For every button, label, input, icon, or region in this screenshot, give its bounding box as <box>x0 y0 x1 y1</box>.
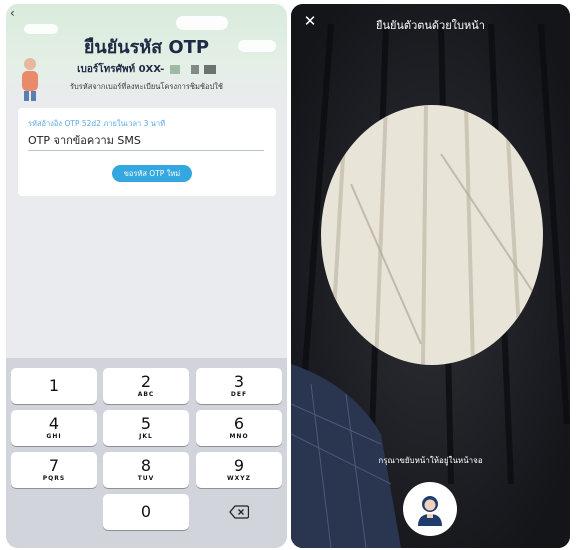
key-2[interactable]: 2 ABC <box>103 368 189 404</box>
key-digit: 2 <box>140 372 152 391</box>
key-letters: PQRS <box>42 475 66 482</box>
key-digit: 9 <box>233 456 245 475</box>
resend-otp-button[interactable]: ขอรหัส OTP ใหม่ <box>112 165 192 182</box>
key-digit: 3 <box>233 372 245 391</box>
key-3[interactable]: 3 DEF <box>196 368 282 404</box>
chevron-left-icon[interactable]: ‹ <box>10 6 15 20</box>
cloud-decoration <box>176 16 228 30</box>
key-7[interactable]: 7 PQRS <box>11 452 97 488</box>
face-verification-screen: ✕ ยืนยันตัวตนด้วยใบหน้า กรุณาขยับหน้าให้… <box>291 4 570 548</box>
instruction-text: กรุณาขยับหน้าให้อยู่ในหน้าจอ <box>378 456 483 465</box>
otp-card: รหัสอ้างอิง OTP 52d2 ภายในเวลา 3 นาที ขอ… <box>18 108 276 196</box>
key-6[interactable]: 6 MNO <box>196 410 282 446</box>
key-letters: WXYZ <box>227 475 251 482</box>
key-digit: 8 <box>140 456 152 475</box>
key-0[interactable]: 0 <box>103 494 189 530</box>
key-8[interactable]: 8 TUV <box>103 452 189 488</box>
backspace-icon[interactable] <box>229 505 250 519</box>
key-9[interactable]: 9 WXYZ <box>196 452 282 488</box>
otp-input[interactable] <box>28 130 264 151</box>
phone-number-row: เบอร์โทรศัพท์ 0XX- <box>6 62 287 77</box>
delete-key[interactable] <box>196 494 282 530</box>
otp-reference-text: รหัสอ้างอิง OTP 52d2 ภายในเวลา 3 นาที <box>28 119 166 128</box>
key-digit: 4 <box>48 414 60 433</box>
masked-digits <box>169 64 180 74</box>
otp-screen: ‹ ยืนยันรหัส OTP เบอร์โทรศัพท์ 0XX- รับร… <box>6 4 287 548</box>
key-letters: ABC <box>137 391 155 398</box>
key-letters: DEF <box>230 391 248 398</box>
key-digit: 6 <box>233 414 245 433</box>
phone-label: เบอร์โทรศัพท์ 0XX- <box>77 64 165 75</box>
masked-digits <box>190 64 199 74</box>
numeric-keypad: 1 2 ABC 3 DEF 4 GHI 5 JKL 6 MNO 7 PQRS 8… <box>6 358 287 548</box>
key-4[interactable]: 4 GHI <box>11 410 97 446</box>
face-avatar-icon <box>418 496 442 526</box>
page-title: ยืนยันตัวตนด้วยใบหน้า <box>376 19 485 32</box>
key-letters: MNO <box>229 433 249 440</box>
key-5[interactable]: 5 JKL <box>103 410 189 446</box>
key-digit: 0 <box>140 502 152 521</box>
masked-digits <box>203 64 216 74</box>
key-digit: 7 <box>48 456 60 475</box>
key-digit: 1 <box>48 376 60 395</box>
key-letters: GHI <box>46 433 62 440</box>
key-letters: JKL <box>139 433 153 440</box>
key-letters: TUV <box>137 475 155 482</box>
page-title: ยืนยันรหัส OTP <box>83 37 210 58</box>
key-digit: 5 <box>140 414 152 433</box>
back-button[interactable]: ‹ <box>10 6 15 20</box>
key-1[interactable]: 1 <box>11 368 97 404</box>
otp-subtext: รับรหัสจากเบอร์ที่ลงทะเบียนโครงการชิมช้อ… <box>69 82 224 91</box>
capture-button[interactable] <box>403 482 457 536</box>
